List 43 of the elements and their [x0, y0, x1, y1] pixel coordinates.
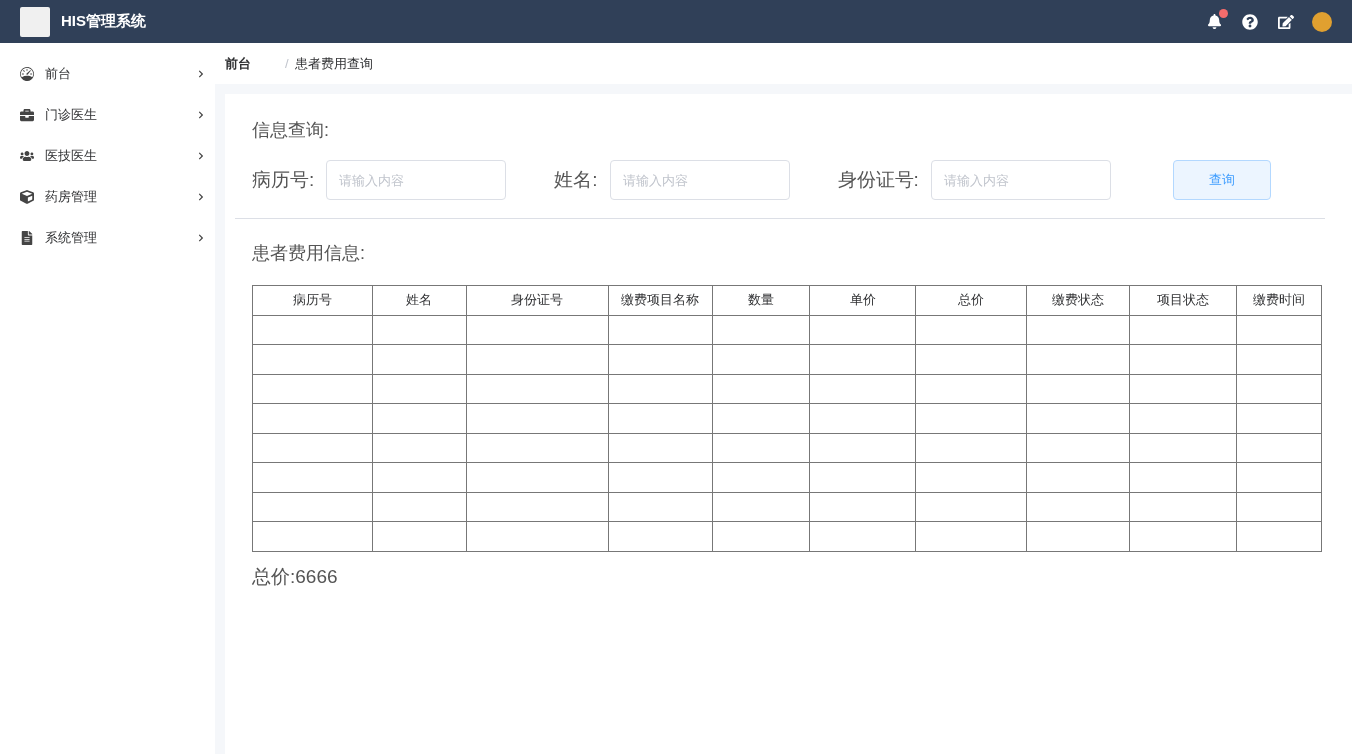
bell-icon[interactable]	[1207, 14, 1222, 29]
document-icon	[20, 230, 34, 245]
users-icon	[20, 148, 34, 163]
sidebar-item[interactable]: 门诊医生	[0, 94, 215, 135]
column-header: 数量	[712, 285, 810, 315]
column-header: 单价	[809, 285, 916, 315]
column-header: 姓名	[372, 285, 467, 315]
input-field[interactable]: 请输入内容	[326, 160, 507, 200]
column-header: 身份证号	[466, 285, 609, 315]
sidebar-item[interactable]: 药房管理	[0, 176, 215, 217]
breadcrumb-item[interactable]: 前台	[225, 54, 251, 73]
column-header: 缴费时间	[1236, 285, 1322, 315]
app-title: HIS管理系统	[61, 12, 146, 31]
cube-icon	[20, 189, 34, 204]
sidebar-item[interactable]: 系统管理	[0, 217, 215, 258]
chevron-icon	[197, 110, 205, 119]
column-header: 项目状态	[1129, 285, 1237, 315]
section-title: 信息查询:	[251, 119, 330, 142]
field-label: 身份证号:	[837, 168, 919, 192]
avatar[interactable]	[1312, 11, 1332, 32]
help-icon[interactable]	[1242, 13, 1258, 30]
breadcrumb-separator: /	[285, 56, 289, 71]
column-header: 病历号	[252, 285, 373, 315]
column-header: 缴费项目名称	[608, 285, 713, 315]
sidebar-item[interactable]: 前台	[0, 53, 215, 94]
chevron-icon	[197, 192, 205, 201]
sidebar-item[interactable]: 医技医生	[0, 135, 215, 176]
edit-icon[interactable]	[1278, 13, 1294, 30]
input-field[interactable]: 请输入内容	[609, 160, 790, 200]
section-title: 患者费用信息:	[251, 242, 366, 265]
column-header: 缴费状态	[1026, 285, 1130, 315]
input-field[interactable]: 请输入内容	[930, 160, 1111, 200]
column-header: 总价	[915, 285, 1027, 315]
gauge-icon	[20, 66, 34, 81]
total-price: 总价:6666	[251, 564, 339, 589]
briefcase-icon	[20, 107, 34, 122]
breadcrumb-item: 患者费用查询	[294, 54, 373, 73]
field-label: 姓名:	[554, 168, 598, 192]
chevron-icon	[197, 69, 205, 78]
logo-image	[20, 6, 50, 37]
field-label: 病历号:	[252, 168, 315, 192]
chevron-icon	[197, 233, 205, 242]
chevron-icon	[197, 151, 205, 160]
